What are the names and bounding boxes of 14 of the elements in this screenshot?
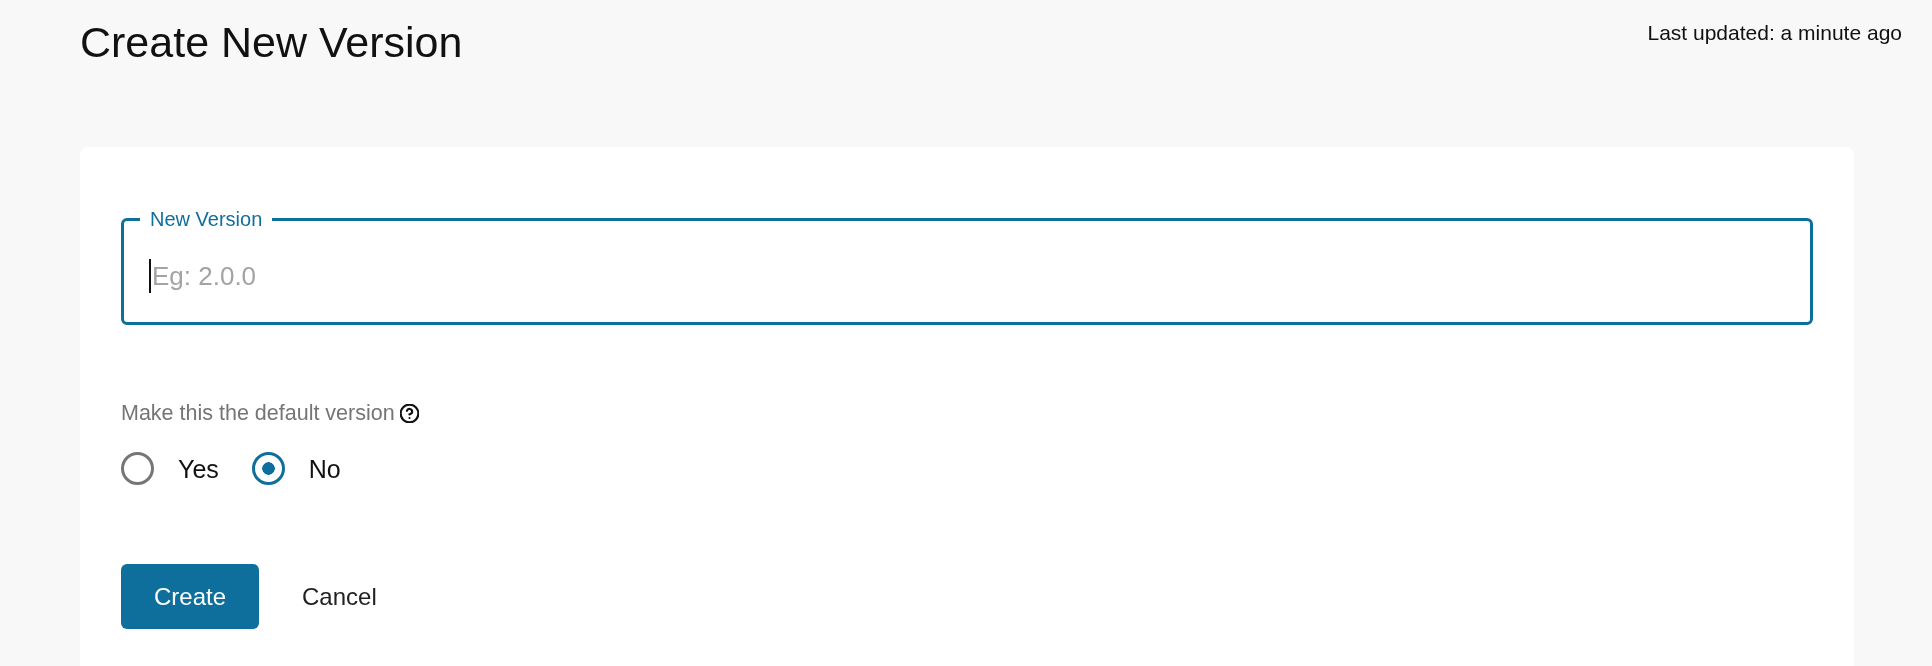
version-input[interactable]: Eg: 2.0.0	[151, 230, 1794, 322]
radio-button[interactable]	[251, 452, 285, 485]
radio-button[interactable]	[121, 452, 154, 485]
cancel-button[interactable]: Cancel	[302, 581, 377, 612]
text-cursor	[149, 259, 151, 293]
page-title: Create New Version	[80, 17, 463, 64]
field-label: New Version	[149, 208, 264, 230]
version-input-field[interactable]: New Version Eg: 2.0.0	[121, 208, 1813, 325]
radio-label[interactable]: No	[308, 453, 341, 484]
default-version-label: Make this the default version	[121, 402, 395, 424]
radio-label[interactable]: Yes	[178, 453, 219, 484]
help-icon[interactable]	[399, 403, 419, 423]
create-button[interactable]: Create	[121, 564, 259, 629]
last-updated-text: Last updated: a minute ago	[1647, 20, 1902, 44]
